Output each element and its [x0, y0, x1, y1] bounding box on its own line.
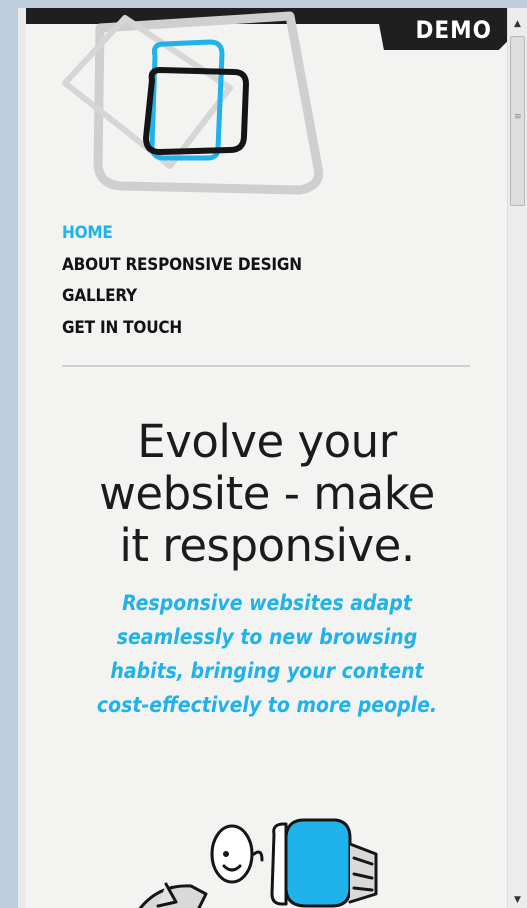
tagline-line-2: seamlessly to new browsing — [116, 625, 418, 649]
tagline-line-4: cost-effectively to more people. — [96, 693, 438, 717]
demo-label: DEMO — [415, 16, 492, 44]
nav-item-about[interactable]: ABOUT RESPONSIVE DESIGN — [62, 250, 302, 282]
nav-item-contact[interactable]: GET IN TOUCH — [62, 313, 302, 345]
scroll-up-icon[interactable]: ▲ — [508, 16, 527, 32]
nav-item-gallery[interactable]: GALLERY — [62, 281, 302, 313]
tagline-line-3: habits, bringing your content — [110, 659, 424, 683]
scroll-down-icon[interactable]: ▼ — [508, 892, 527, 908]
nav-divider — [62, 365, 470, 367]
headline-line-2: website - make — [99, 467, 435, 520]
browser-window: DEMO HOME ABOUT RESPONSIVE DESIGN GALLER… — [18, 8, 527, 908]
headline-line-3: it responsive. — [119, 519, 415, 572]
scroll-grip-icon: ≡ — [514, 112, 522, 122]
person-monitor-illustration-icon — [138, 818, 378, 908]
scroll-thumb[interactable]: ≡ — [510, 36, 525, 206]
main-nav: HOME ABOUT RESPONSIVE DESIGN GALLERY GET… — [62, 218, 302, 344]
headline-line-1: Evolve your — [137, 415, 397, 468]
tagline-line-1: Responsive websites adapt — [122, 591, 412, 615]
demo-tab[interactable]: DEMO — [376, 8, 508, 50]
logo-icon[interactable] — [60, 8, 330, 208]
hero-headline: Evolve your website - make it responsive… — [26, 416, 508, 572]
vertical-scrollbar[interactable]: ▲ ≡ ▼ — [507, 8, 527, 908]
hero-tagline: Responsive websites adapt seamlessly to … — [26, 586, 508, 722]
nav-item-home[interactable]: HOME — [62, 218, 302, 250]
page-content: DEMO HOME ABOUT RESPONSIVE DESIGN GALLER… — [26, 8, 508, 908]
